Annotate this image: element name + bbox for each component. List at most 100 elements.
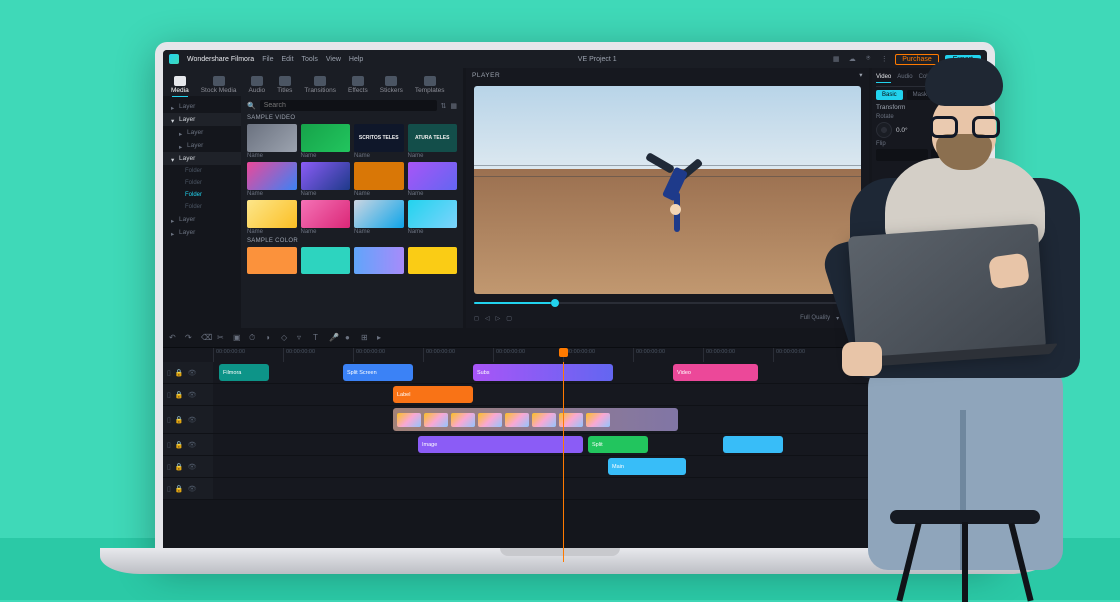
tab-audio[interactable]: Audio (245, 74, 270, 96)
folder-sub-item[interactable]: Folder (163, 165, 241, 177)
folder-sub-item[interactable]: Folder (163, 201, 241, 213)
speed-icon[interactable]: ⏱ (249, 333, 258, 342)
media-thumb[interactable] (301, 247, 351, 275)
tab-templates[interactable]: Templates (411, 74, 449, 96)
folder-item[interactable]: ▸Layer (163, 213, 241, 226)
track-vis-icon[interactable]: ▯ (167, 416, 171, 424)
mute-icon[interactable]: 👁 (188, 369, 197, 377)
track-vis-icon[interactable]: ▯ (167, 441, 171, 449)
held-laptop-icon (848, 224, 1046, 362)
media-thumb[interactable]: Name (301, 200, 351, 235)
scrub-handle[interactable] (551, 299, 559, 307)
clip-video[interactable]: Video (673, 364, 758, 381)
media-thumb[interactable]: Name (247, 200, 297, 235)
marker-icon[interactable]: ▿ (297, 333, 306, 342)
media-thumb[interactable] (408, 247, 458, 275)
lock-icon[interactable]: 🔒 (175, 485, 184, 493)
media-thumb[interactable] (247, 247, 297, 275)
tab-titles[interactable]: Titles (273, 74, 296, 96)
folder-sub-item[interactable]: Folder (163, 177, 241, 189)
delete-icon[interactable]: ⌫ (201, 333, 210, 342)
menu-file[interactable]: File (262, 56, 273, 63)
tab-stock-media[interactable]: Stock Media (197, 74, 241, 96)
media-thumb[interactable]: Name (247, 124, 297, 159)
track-controls[interactable]: ▯ 🔒 👁 (163, 478, 213, 499)
voiceover-icon[interactable]: 🎤 (329, 333, 338, 342)
clip-filmora[interactable]: Filmora (219, 364, 269, 381)
undo-icon[interactable]: ↶ (169, 333, 178, 342)
clip-split-screen[interactable]: Split Screen (343, 364, 413, 381)
media-thumb[interactable]: Name (301, 124, 351, 159)
lock-icon[interactable]: 🔒 (175, 391, 184, 399)
clip-generic[interactable] (723, 436, 783, 453)
track-vis-icon[interactable]: ▯ (167, 391, 171, 399)
media-thumb[interactable]: Name (247, 162, 297, 197)
mute-icon[interactable]: 👁 (188, 463, 197, 471)
clip-label[interactable]: Label (393, 386, 473, 403)
menu-view[interactable]: View (326, 56, 341, 63)
menu-help[interactable]: Help (349, 56, 363, 63)
media-thumb[interactable] (354, 247, 404, 275)
folder-item[interactable]: ▾Layer (163, 152, 241, 165)
track-vis-icon[interactable]: ▯ (167, 369, 171, 377)
folder-item[interactable]: ▸Layer (163, 126, 241, 139)
clip-main[interactable]: Main (608, 458, 686, 475)
menu-edit[interactable]: Edit (281, 56, 293, 63)
media-thumb[interactable]: Name (301, 162, 351, 197)
color-icon[interactable]: ◑ (265, 333, 274, 342)
mute-icon[interactable]: 👁 (188, 441, 197, 449)
next-frame-icon[interactable]: ▢ (506, 315, 512, 322)
folder-sub-item-active[interactable]: Folder (163, 189, 241, 201)
media-thumb[interactable]: Name (354, 200, 404, 235)
track-controls[interactable]: ▯ 🔒 👁 (163, 362, 213, 383)
menu-tools[interactable]: Tools (302, 56, 318, 63)
tab-transitions[interactable]: Transitions (300, 74, 340, 96)
media-thumb[interactable]: SCRITOS TELESName (354, 124, 404, 159)
tab-effects[interactable]: Effects (344, 74, 372, 96)
clip-image[interactable]: Image (418, 436, 583, 453)
track-controls[interactable]: ▯ 🔒 👁 (163, 456, 213, 477)
play-icon[interactable]: ▷ (496, 315, 501, 322)
split-icon[interactable]: ✂ (217, 333, 226, 342)
mute-icon[interactable]: 👁 (188, 391, 197, 399)
folder-item[interactable]: ▸Layer (163, 226, 241, 239)
media-thumb[interactable]: Name (408, 200, 458, 235)
folder-item[interactable]: ▸Layer (163, 100, 241, 113)
lock-icon[interactable]: 🔒 (175, 441, 184, 449)
record-icon[interactable]: ● (345, 333, 354, 342)
lock-icon[interactable]: 🔒 (175, 369, 184, 377)
stop-icon[interactable]: ◻ (474, 315, 479, 322)
prev-frame-icon[interactable]: ◁ (485, 315, 490, 322)
adjust-icon[interactable]: ⊞ (361, 333, 370, 342)
clip-split[interactable]: Split (588, 436, 648, 453)
folder-item[interactable]: ▾Layer (163, 113, 241, 126)
media-grid-area: 🔍 ⇅ ▦ SAMPLE VIDEO Name Name SCRITOS TEL… (241, 96, 463, 328)
lock-icon[interactable]: 🔒 (175, 463, 184, 471)
search-input[interactable] (260, 100, 437, 111)
tab-stickers[interactable]: Stickers (376, 74, 407, 96)
media-thumb[interactable]: ATURA TELESName (408, 124, 458, 159)
tab-media[interactable]: Media (167, 74, 193, 96)
sort-icon[interactable]: ⇅ (441, 102, 447, 110)
keyframe-icon[interactable]: ◇ (281, 333, 290, 342)
track-controls[interactable]: ▯ 🔒 👁 (163, 434, 213, 455)
media-thumb[interactable]: Name (408, 162, 458, 197)
clip-subs[interactable]: Subs (473, 364, 613, 381)
track-vis-icon[interactable]: ▯ (167, 463, 171, 471)
mute-icon[interactable]: 👁 (188, 416, 197, 424)
media-thumb[interactable]: Name (354, 162, 404, 197)
track-controls[interactable]: ▯ 🔒 👁 (163, 406, 213, 433)
redo-icon[interactable]: ↷ (185, 333, 194, 342)
timeline-playhead[interactable] (563, 362, 564, 562)
mute-icon[interactable]: 👁 (188, 485, 197, 493)
clip-video-thumbs[interactable] (393, 408, 678, 431)
lock-icon[interactable]: 🔒 (175, 416, 184, 424)
grid-view-icon[interactable]: ▦ (450, 102, 457, 110)
render-icon[interactable]: ▸ (377, 333, 386, 342)
text-icon[interactable]: T (313, 333, 322, 342)
crop-icon[interactable]: ▣ (233, 333, 242, 342)
folder-item[interactable]: ▸Layer (163, 139, 241, 152)
preview-content-dancer (648, 148, 703, 228)
track-vis-icon[interactable]: ▯ (167, 485, 171, 493)
track-controls[interactable]: ▯ 🔒 👁 (163, 384, 213, 405)
